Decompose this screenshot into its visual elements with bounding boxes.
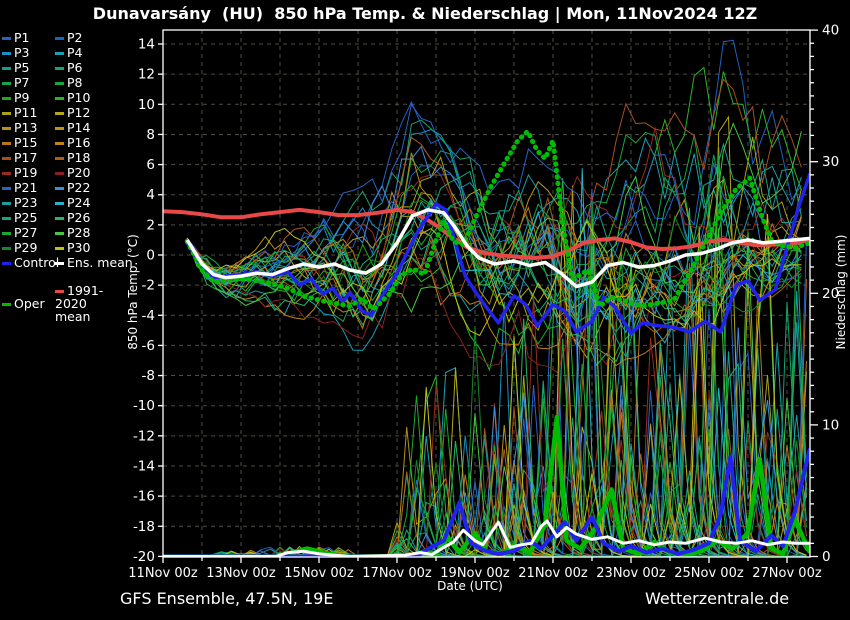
y-left-tick-label: -16 — [133, 489, 155, 505]
y-right-tick-label: 20 — [822, 286, 839, 302]
x-tick-label: 19Nov 00z — [440, 566, 510, 581]
x-tick-label: 23Nov 00z — [596, 566, 666, 581]
x-tick-label: 25Nov 00z — [674, 566, 744, 581]
y-left-tick-label: -4 — [142, 308, 155, 324]
y-right-tick-label: 0 — [822, 549, 831, 565]
y-left-tick-label: -14 — [133, 458, 155, 474]
x-tick-label: 27Nov 00z — [752, 566, 822, 581]
y-left-tick-label: 8 — [146, 127, 155, 143]
y-left-tick-label: -12 — [133, 428, 155, 444]
y-left-tick-label: -10 — [133, 398, 155, 414]
y-left-tick-label: -6 — [142, 338, 155, 354]
y-left-tick-label: -20 — [133, 549, 155, 565]
y-left-tick-label: 14 — [138, 37, 155, 53]
x-tick-label: 13Nov 00z — [206, 566, 276, 581]
y-left-tick-label: 0 — [146, 248, 155, 264]
y-right-tick-label: 40 — [822, 23, 839, 39]
x-tick-label: 15Nov 00z — [284, 566, 354, 581]
x-tick-label: 21Nov 00z — [518, 566, 588, 581]
y-left-tick-label: -2 — [142, 278, 155, 294]
y-left-tick-label: 2 — [146, 217, 155, 233]
meteogram-canvas: Dunavarsány (HU) 850 hPa Temp. & Nieders… — [0, 0, 850, 620]
y-right-tick-label: 10 — [822, 417, 839, 433]
y-left-tick-label: 6 — [146, 157, 155, 173]
chart-plot-area: 14121086420-2-4-6-8-10-12-14-16-18-20010… — [0, 0, 850, 620]
x-tick-label: 17Nov 00z — [362, 566, 432, 581]
y-right-tick-label: 30 — [822, 154, 839, 170]
x-tick-label: 11Nov 00z — [128, 566, 198, 581]
y-left-tick-label: 12 — [138, 67, 155, 83]
y-left-tick-label: 10 — [138, 97, 155, 113]
y-left-tick-label: -18 — [133, 519, 155, 535]
y-left-tick-label: -8 — [142, 368, 155, 384]
y-left-tick-label: 4 — [146, 187, 155, 203]
